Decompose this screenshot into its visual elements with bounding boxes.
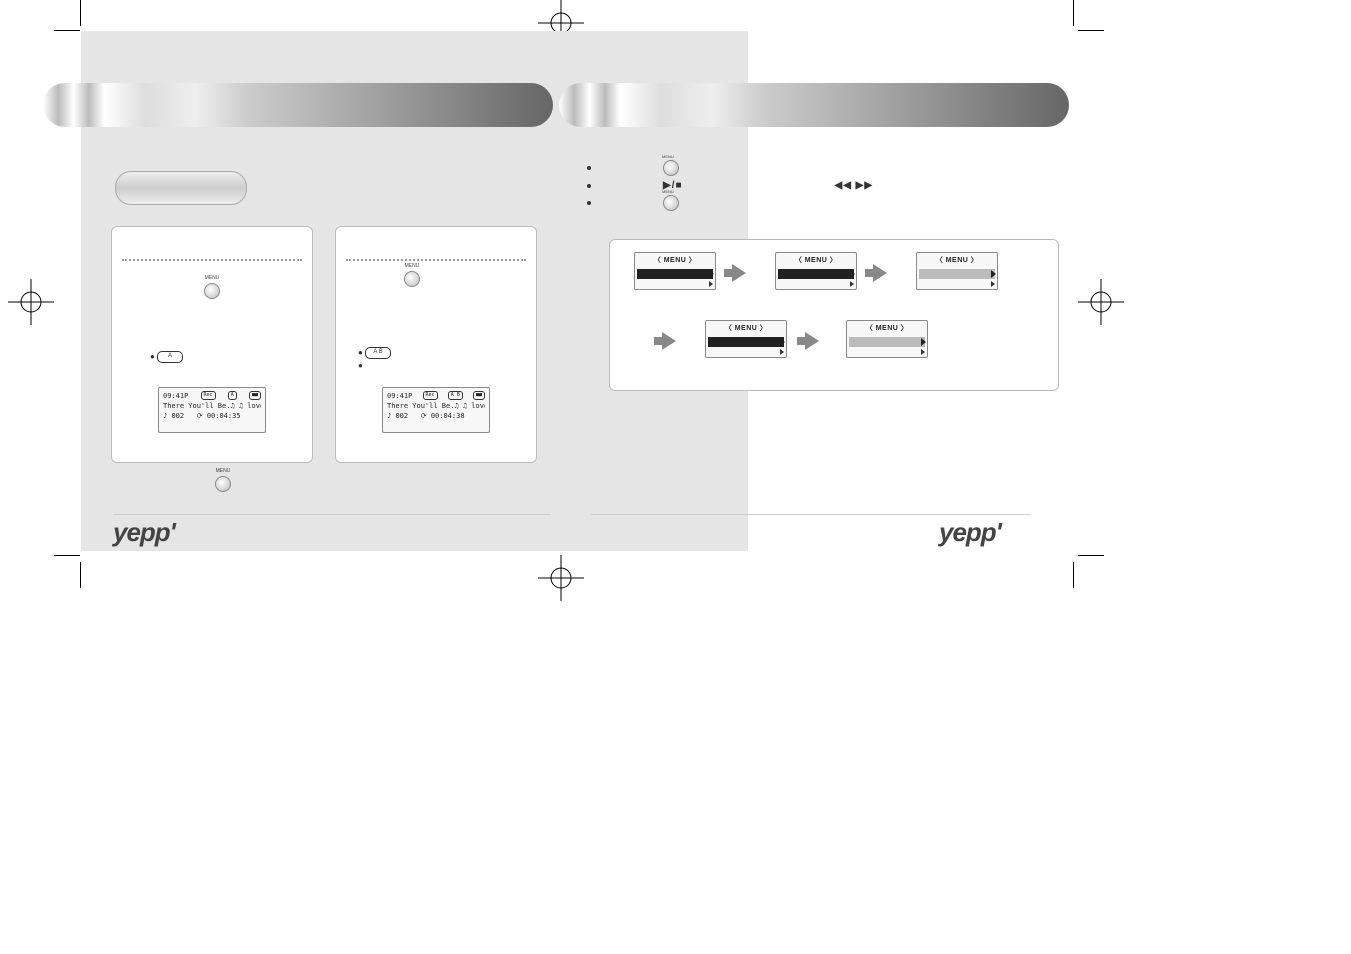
caret-icon <box>709 281 713 287</box>
menu-lcd-step-3: 〈 MENU 〉 <box>916 252 998 290</box>
yepp-logo: yepp' <box>939 517 1001 548</box>
loop-badge: A B <box>448 391 463 400</box>
lcd-clock: 09:41P <box>163 392 188 400</box>
menu-label: MENU <box>401 263 423 269</box>
lcd-track-num: 002 <box>171 412 184 420</box>
loop-ab-icon: A B <box>365 347 391 359</box>
menu-bar <box>637 269 713 279</box>
arrow-right-icon <box>732 264 746 282</box>
menu-button-icon <box>215 476 231 492</box>
menu-bar <box>849 337 925 347</box>
lcd-elapsed: 00:04:38 <box>431 412 465 420</box>
caret-icon <box>921 349 925 355</box>
menu-label: MENU <box>212 468 234 474</box>
menu-button-icon: MENU <box>663 160 679 176</box>
instruction-row-playstop: ▶/■ ◀◀ ▶▶ <box>587 180 873 191</box>
crop-mark <box>80 562 81 588</box>
menu-title: 〈 MENU 〉 <box>778 255 854 265</box>
menu-button-icon: MENU <box>663 195 679 211</box>
divider-line <box>113 514 551 515</box>
caret-icon <box>780 349 784 355</box>
gradient-bar-right <box>559 83 1069 127</box>
gradient-bar-left <box>43 83 553 127</box>
menu-bar <box>708 337 784 347</box>
arrow-right-icon <box>873 264 887 282</box>
menu-title: 〈 MENU 〉 <box>849 323 925 333</box>
menu-bar <box>778 269 854 279</box>
caret-icon <box>991 281 995 287</box>
lcd-track-title: There You'll Be.♫ ♫ love <box>387 402 485 410</box>
menu-label: MENU <box>662 154 674 159</box>
lcd-clock: 09:41P <box>387 392 412 400</box>
dotted-divider <box>346 259 526 261</box>
menu-lcd-step-1: 〈 MENU 〉 <box>634 252 716 290</box>
crop-mark <box>1078 30 1104 31</box>
bullet-icon <box>587 166 591 170</box>
menu-bar <box>919 269 995 279</box>
loop-a-icon: A <box>157 351 183 363</box>
instruction-row-menu2: MENU <box>587 195 873 211</box>
menu-title: 〈 MENU 〉 <box>919 255 995 265</box>
loop-a-indicator-row: ● A <box>150 351 183 363</box>
rec-badge: Rec <box>423 391 438 400</box>
divider-line <box>591 514 1031 515</box>
registration-mark <box>538 555 584 601</box>
lcd-elapsed: 00:04:35 <box>207 412 241 420</box>
menu-label: MENU <box>201 275 223 281</box>
lcd-track-num: 002 <box>395 412 408 420</box>
menu-button-icon <box>404 271 420 287</box>
dotted-divider <box>122 259 302 261</box>
bullet-icon <box>587 201 591 205</box>
crop-mark <box>54 30 80 31</box>
rec-badge: Rec <box>201 391 216 400</box>
arrow-right-icon <box>662 332 676 350</box>
menu-title: 〈 MENU 〉 <box>637 255 713 265</box>
menu-button-icon <box>204 283 220 299</box>
crop-mark <box>1073 0 1074 26</box>
lcd-screen-a: 09:41P Rec A ■■ There You'll Be.♫ ♫ love… <box>158 387 266 433</box>
crop-mark <box>1078 555 1104 556</box>
menu-lcd-step-5: 〈 MENU 〉 <box>846 320 928 358</box>
rewind-forward-icon: ◀◀ ▶▶ <box>835 180 874 191</box>
crop-mark <box>1073 562 1074 588</box>
caret-icon <box>850 281 854 287</box>
bullet-icon <box>587 184 591 188</box>
menu-title: 〈 MENU 〉 <box>708 323 784 333</box>
loop-badge: A <box>228 391 237 400</box>
registration-mark <box>1078 279 1124 325</box>
small-pill-decoration <box>115 171 247 205</box>
menu-flow-diagram: 〈 MENU 〉 〈 MENU 〉 〈 MENU 〉 〈 MENU 〉 〈 ME… <box>609 239 1059 391</box>
menu-lcd-step-4: 〈 MENU 〉 <box>705 320 787 358</box>
battery-icon: ■■ <box>249 391 261 400</box>
lcd-screen-b: 09:41P Rec A B ■■ There You'll Be.♫ ♫ lo… <box>382 387 490 433</box>
crop-mark <box>54 555 80 556</box>
battery-icon: ■■ <box>473 391 485 400</box>
crop-mark <box>80 0 81 26</box>
device-panel-a: MENU ● A 09:41P Rec A ■■ There You'll Be… <box>111 226 313 463</box>
lcd-track-title: There You'll Be.♫ ♫ love <box>163 402 261 410</box>
registration-mark <box>8 279 54 325</box>
instruction-row-menu: MENU <box>587 160 873 176</box>
menu-label: MENU <box>662 189 674 194</box>
bullet-row: ● <box>358 361 363 370</box>
menu-lcd-step-2: 〈 MENU 〉 <box>775 252 857 290</box>
loop-ab-indicator-row: ● A B <box>358 347 391 359</box>
yepp-logo: yepp' <box>113 517 175 548</box>
device-panel-b: MENU ● A B ● 09:41P Rec A B ■■ There You… <box>335 226 537 463</box>
arrow-right-icon <box>805 332 819 350</box>
instruction-list: MENU ▶/■ ◀◀ ▶▶ MENU <box>587 156 873 215</box>
